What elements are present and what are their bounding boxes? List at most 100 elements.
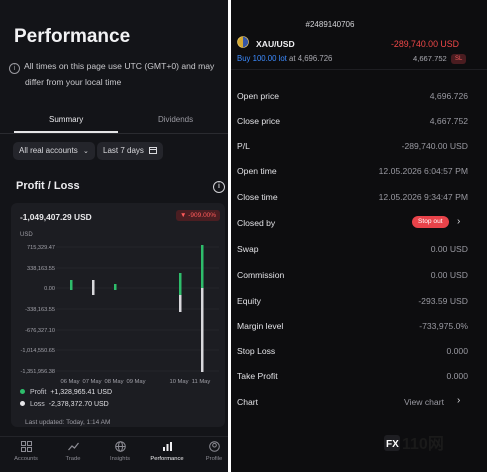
accounts-grid-icon bbox=[20, 441, 32, 452]
nav-performance[interactable]: Performance bbox=[147, 441, 187, 462]
detail-value-open-price: 4,696.726 bbox=[429, 91, 468, 101]
detail-label-margin-level: Margin level bbox=[237, 321, 284, 331]
y-axis-unit: USD bbox=[20, 232, 33, 238]
profit-dot-icon bbox=[20, 389, 25, 394]
account-filter-dropdown[interactable]: All real accounts ⌄ bbox=[13, 142, 95, 160]
gold-usd-flag-icon bbox=[237, 36, 249, 48]
trend-down-icon: ▼ bbox=[180, 212, 187, 219]
last-updated: Last updated: Today, 1:14 AM bbox=[25, 419, 111, 426]
profit-bar bbox=[201, 245, 204, 288]
detail-label-chart: Chart bbox=[237, 397, 259, 407]
trade-entry: at 4,696.726 bbox=[289, 54, 333, 63]
legend-profit-value: +1,328,965.41 USD bbox=[50, 389, 113, 396]
legend-loss: Loss -2,378,372.70 USD bbox=[20, 401, 109, 408]
chevron-right-icon[interactable]: › bbox=[457, 395, 460, 406]
y-tick-label: -1,014,550.65 bbox=[20, 348, 55, 354]
period-filter-label: Last 7 days bbox=[103, 146, 144, 155]
x-tick-label: 09 May bbox=[126, 379, 145, 385]
timezone-notice-line1: All times on this page use UTC (GMT+0) a… bbox=[24, 61, 215, 71]
detail-value-close-time: 12.05.2026 9:34:47 PM bbox=[378, 192, 468, 202]
profit-bar bbox=[179, 273, 182, 295]
nav-accounts[interactable]: Accounts bbox=[6, 441, 46, 462]
detail-value-p-l: -289,740.00 USD bbox=[401, 141, 468, 151]
y-axis-ticks: 715,329.47 338,163.55 0.00 -338,163.55 -676,… bbox=[20, 245, 55, 375]
closed-by-badge: Stop out bbox=[412, 216, 449, 228]
trade-direction-volume: Buy 100.00 lot bbox=[237, 54, 287, 63]
nav-insights-label: Insights bbox=[110, 456, 130, 462]
detail-label-p-l: P/L bbox=[237, 141, 250, 151]
detail-label-stop-loss: Stop Loss bbox=[237, 346, 276, 356]
y-grid bbox=[56, 246, 219, 372]
period-filter-dropdown[interactable]: Last 7 days bbox=[97, 142, 164, 160]
profit-loss-heading: Profit / Loss bbox=[16, 180, 80, 192]
detail-label-close-time: Close time bbox=[237, 192, 278, 202]
nav-performance-label: Performance bbox=[150, 456, 184, 462]
tab-dividends[interactable]: Dividends bbox=[158, 115, 193, 124]
bottom-navigation: Accounts Trade Insights Performance Prof… bbox=[0, 436, 228, 472]
tab-summary[interactable]: Summary bbox=[49, 115, 83, 124]
chevron-down-icon: ⌄ bbox=[82, 148, 89, 155]
current-price: 4,667.752 bbox=[413, 54, 447, 63]
y-tick-label: 0.00 bbox=[44, 286, 55, 292]
sl-badge: SL bbox=[451, 54, 467, 64]
detail-value-swap: 0.00 USD bbox=[430, 244, 468, 254]
order-id: #2489140706 bbox=[305, 20, 355, 29]
x-tick-label: 07 May bbox=[82, 379, 101, 385]
detail-value-take-profit: 0.000 bbox=[446, 371, 468, 381]
profit-bar bbox=[114, 284, 117, 290]
detail-label-commission: Commission bbox=[237, 270, 285, 280]
view-chart-link[interactable]: View chart bbox=[404, 397, 444, 407]
performance-screen: Performance i All times on this page use … bbox=[0, 0, 228, 472]
order-pnl: -289,740.00 USD bbox=[391, 39, 459, 49]
detail-value-stop-loss: 0.000 bbox=[446, 346, 468, 356]
profit-loss-total: -1,049,407.29 USD bbox=[20, 212, 92, 222]
tabs-divider bbox=[0, 133, 228, 134]
detail-value-margin-level: -733,975.0% bbox=[419, 321, 468, 331]
nav-trade-label: Trade bbox=[65, 456, 81, 462]
calendar-icon bbox=[149, 147, 158, 154]
nav-profile[interactable]: Profile bbox=[194, 441, 228, 462]
performance-tabs: Summary Dividends bbox=[0, 110, 228, 132]
bar-chart-icon bbox=[162, 442, 172, 451]
x-tick-label: 08 May bbox=[104, 379, 123, 385]
detail-label-open-price: Open price bbox=[237, 91, 280, 101]
chevron-right-icon[interactable]: › bbox=[457, 216, 460, 227]
brand-logo: FX 110网 bbox=[384, 435, 444, 453]
header-divider bbox=[231, 69, 487, 70]
nav-trade[interactable]: Trade bbox=[53, 441, 93, 462]
detail-label-equity: Equity bbox=[237, 296, 261, 306]
page-title: Performance bbox=[14, 26, 131, 47]
profit-loss-percent: -909.00% bbox=[188, 212, 217, 219]
legend-profit-label: Profit bbox=[30, 389, 47, 396]
timezone-notice: i All times on this page use UTC (GMT+0) … bbox=[9, 58, 225, 90]
x-tick-label: 06 May bbox=[60, 379, 79, 385]
profit-bar bbox=[70, 280, 73, 290]
detail-value-commission: 0.00 USD bbox=[430, 270, 468, 280]
loss-bar bbox=[92, 280, 95, 295]
x-tick-label: 11 May bbox=[192, 379, 211, 385]
info-icon: i bbox=[9, 63, 20, 74]
loss-bar bbox=[201, 288, 204, 372]
globe-icon bbox=[114, 441, 126, 452]
detail-label-open-time: Open time bbox=[237, 166, 277, 176]
loss-bar bbox=[179, 295, 182, 312]
profit-loss-percent-badge: ▼ -909.00% bbox=[176, 210, 221, 221]
detail-label-swap: Swap bbox=[237, 244, 259, 254]
profile-icon bbox=[208, 441, 220, 452]
detail-value-equity: -293.59 USD bbox=[418, 296, 468, 306]
detail-label-close-price: Close price bbox=[237, 116, 280, 126]
info-icon[interactable]: i bbox=[213, 181, 225, 193]
profit-loss-chart: 715,329.47 338,163.55 0.00 -338,163.55 -676,… bbox=[20, 245, 219, 385]
y-tick-label: 338,163.55 bbox=[27, 266, 55, 272]
y-tick-label: 715,329.47 bbox=[27, 245, 55, 251]
trade-summary: Buy 100.00 lot at 4,696.726 bbox=[237, 54, 332, 63]
legend-profit: Profit +1,328,965.41 USD bbox=[20, 389, 112, 396]
nav-insights[interactable]: Insights bbox=[100, 441, 140, 462]
loss-dot-icon bbox=[20, 401, 25, 406]
detail-value-close-price: 4,667.752 bbox=[429, 116, 468, 126]
svg-text:110网: 110网 bbox=[402, 435, 444, 453]
timezone-notice-line2: differ from your local time bbox=[25, 77, 122, 87]
legend-loss-value: -2,378,372.70 USD bbox=[48, 401, 109, 408]
detail-label-closed-by: Closed by bbox=[237, 218, 276, 228]
svg-text:FX: FX bbox=[386, 439, 399, 450]
